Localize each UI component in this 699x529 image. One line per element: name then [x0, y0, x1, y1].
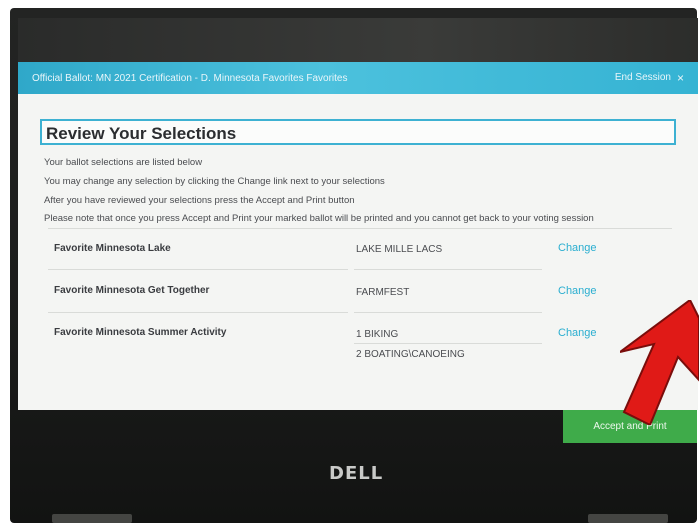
- review-heading-box: Review Your Selections: [40, 119, 676, 145]
- instruction-line: Your ballot selections are listed below: [44, 157, 203, 168]
- dell-logo: DELL: [329, 463, 384, 484]
- contest-label-get-together: Favorite Minnesota Get Together: [54, 285, 210, 296]
- window-title: Official Ballot: MN 2021 Certification -…: [32, 73, 348, 84]
- instruction-line: Please note that once you press Accept a…: [44, 213, 594, 224]
- selection-summer-activity-2: 2 BOATING\CANOEING: [356, 349, 465, 360]
- close-icon[interactable]: ×: [677, 72, 684, 84]
- selection-get-together: FARMFEST: [356, 287, 410, 298]
- change-link-summer-activity[interactable]: Change: [558, 327, 597, 339]
- hinge: [52, 514, 132, 523]
- divider: [48, 228, 672, 229]
- contest-label-summer-activity: Favorite Minnesota Summer Activity: [54, 327, 227, 338]
- hinge: [588, 514, 668, 523]
- divider: [48, 269, 348, 270]
- divider: [354, 312, 542, 313]
- divider: [354, 269, 542, 270]
- red-arrow-icon: [620, 300, 699, 425]
- change-link-get-together[interactable]: Change: [558, 285, 597, 297]
- selection-lake: LAKE MILLE LACS: [356, 244, 443, 255]
- ballot-window: Official Ballot: MN 2021 Certification -…: [18, 62, 698, 410]
- screen-top-area: [18, 18, 698, 62]
- divider: [354, 343, 542, 344]
- contest-label-lake: Favorite Minnesota Lake: [54, 243, 171, 254]
- window-titlebar: Official Ballot: MN 2021 Certification -…: [18, 62, 698, 94]
- change-link-lake[interactable]: Change: [558, 242, 597, 254]
- instruction-line: After you have reviewed your selections …: [44, 195, 355, 206]
- end-session-button[interactable]: End Session ×: [614, 72, 684, 84]
- instruction-line: You may change any selection by clicking…: [44, 176, 385, 187]
- divider: [48, 312, 348, 313]
- end-session-label: End Session: [614, 72, 671, 83]
- page-title: Review Your Selections: [46, 124, 237, 143]
- selection-summer-activity-1: 1 BIKING: [356, 329, 399, 340]
